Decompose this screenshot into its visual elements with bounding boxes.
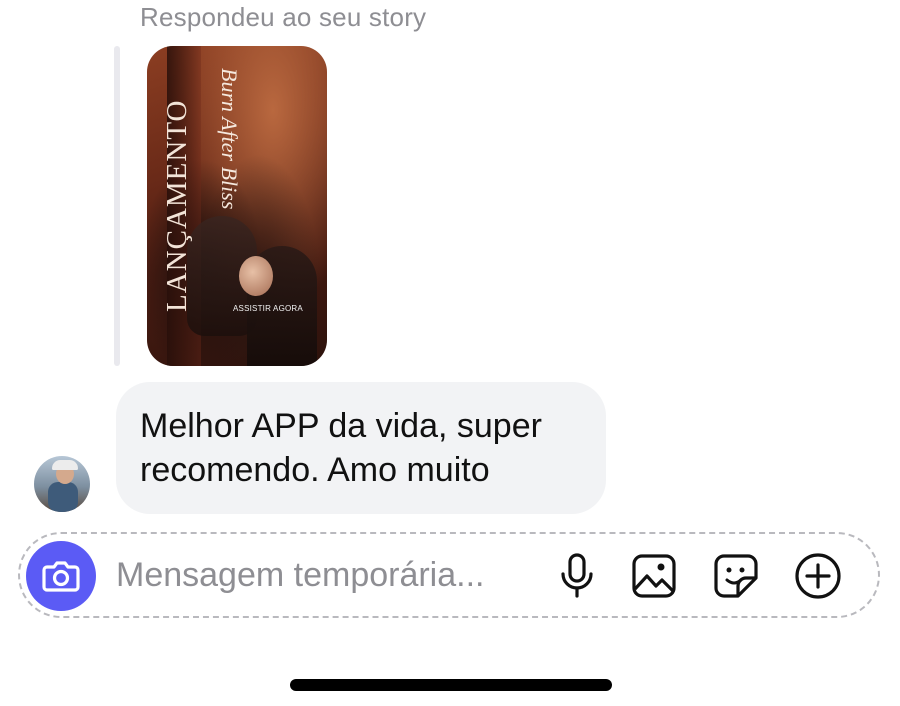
message-bubble[interactable]: Melhor APP da vida, super recomendo. Amo…	[116, 382, 606, 514]
reply-context-label: Respondeu ao seu story	[140, 2, 427, 32]
image-icon	[632, 554, 676, 598]
add-button[interactable]	[791, 549, 845, 603]
plus-circle-icon	[795, 553, 841, 599]
story-movie-title: Burn After Bliss	[217, 68, 242, 210]
microphone-icon	[561, 553, 593, 598]
message-input[interactable]	[116, 552, 536, 598]
home-indicator[interactable]	[290, 679, 612, 691]
story-face	[239, 256, 273, 296]
avatar-body	[48, 482, 78, 512]
sender-avatar[interactable]	[34, 456, 90, 512]
camera-icon	[42, 561, 80, 592]
camera-button[interactable]	[26, 541, 96, 611]
microphone-button[interactable]	[550, 549, 604, 603]
avatar-hat	[52, 460, 78, 470]
message-text: Melhor APP da vida, super recomendo. Amo…	[140, 407, 542, 489]
sticker-icon	[714, 554, 758, 598]
sticker-button[interactable]	[709, 549, 763, 603]
chat-screen: Respondeu ao seu story LANÇAMENTO Burn A…	[0, 0, 900, 706]
story-cta: ASSISTIR AGORA	[233, 304, 303, 313]
reply-quote-bar	[114, 46, 120, 366]
story-vertical-title: LANÇAMENTO	[161, 99, 193, 313]
gallery-button[interactable]	[627, 549, 681, 603]
story-thumbnail[interactable]: LANÇAMENTO Burn After Bliss ASSISTIR AGO…	[147, 46, 327, 366]
